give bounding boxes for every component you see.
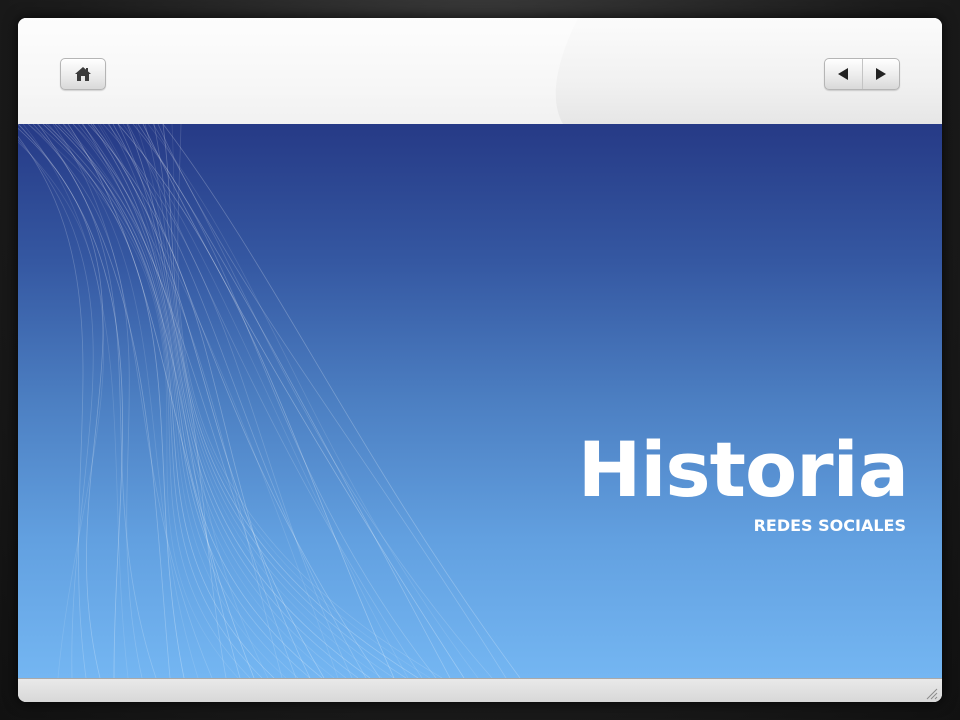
toolbar-header (18, 18, 942, 125)
resize-grip-icon[interactable] (924, 686, 938, 700)
status-footer (18, 678, 942, 702)
next-slide-button[interactable] (861, 59, 900, 89)
home-button[interactable] (60, 58, 106, 90)
home-icon (75, 67, 91, 81)
previous-slide-button[interactable] (825, 59, 862, 89)
slide-title: Historia (577, 425, 909, 514)
wave-lines-decoration (18, 124, 521, 678)
header-gloss-decoration (18, 18, 578, 124)
slide-navigation (824, 58, 900, 90)
triangle-right-icon (875, 68, 886, 80)
slide-subtitle: REDES SOCIALES (753, 516, 906, 535)
triangle-left-icon (838, 68, 849, 80)
slide-canvas: Historia REDES SOCIALES (18, 124, 942, 678)
slide-window: Historia REDES SOCIALES (18, 18, 942, 702)
